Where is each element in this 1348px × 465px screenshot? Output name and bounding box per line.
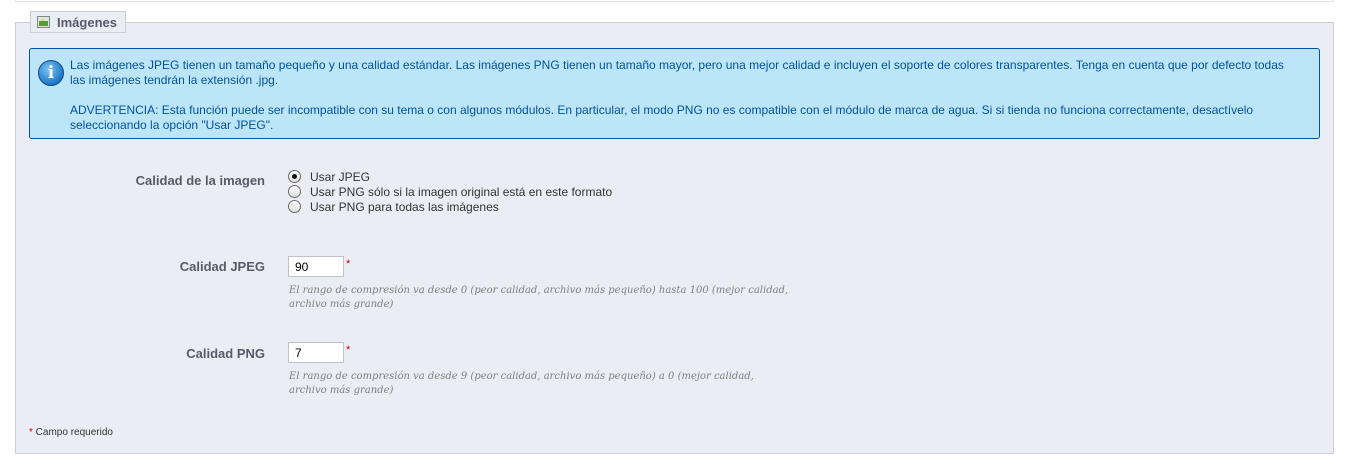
required-note-text: Campo requerido: [32, 427, 113, 438]
radio-png-if-original[interactable]: [288, 185, 301, 198]
radio-label[interactable]: Usar PNG para todas las imágenes: [310, 200, 499, 214]
radio-option-png-all[interactable]: Usar PNG para todas las imágenes: [288, 199, 612, 214]
jpeg-quality-hint: El rango de compresión va desde 0 (peor …: [289, 285, 789, 310]
png-quality-input[interactable]: 7: [288, 342, 344, 363]
jpeg-quality-label: Calidad JPEG: [179, 259, 265, 274]
radio-option-png-if-original[interactable]: Usar PNG sólo si la imagen original está…: [288, 184, 612, 199]
required-asterisk: *: [346, 344, 351, 356]
radio-use-jpeg[interactable]: [288, 170, 301, 183]
section-title: Imágenes: [57, 14, 117, 30]
required-field-note: * Campo requerido: [29, 427, 113, 438]
image-quality-label: Calidad de la imagen: [135, 173, 265, 188]
warning-paragraph: ADVERTENCIA: Esta función puede ser inco…: [70, 103, 1254, 132]
required-asterisk: *: [346, 258, 351, 270]
jpeg-quality-input[interactable]: 90: [288, 256, 344, 277]
info-box: i Las imágenes JPEG tienen un tamaño peq…: [29, 48, 1320, 139]
image-quality-radio-group: Usar JPEG Usar PNG sólo si la imagen ori…: [288, 169, 612, 214]
png-quality-hint: El rango de compresión va desde 9 (peor …: [289, 371, 754, 396]
radio-option-use-jpeg[interactable]: Usar JPEG: [288, 169, 612, 184]
info-icon: i: [38, 60, 64, 86]
radio-label[interactable]: Usar JPEG: [310, 170, 370, 184]
fieldset-legend: Imágenes: [30, 11, 126, 33]
radio-label[interactable]: Usar PNG sólo si la imagen original está…: [310, 185, 612, 199]
info-paragraph: Las imágenes JPEG tienen un tamaño peque…: [70, 58, 1284, 87]
radio-png-all[interactable]: [288, 200, 301, 213]
image-icon: [37, 16, 50, 28]
png-quality-label: Calidad PNG: [186, 346, 265, 361]
previous-panel-edge: [15, 0, 1334, 2]
